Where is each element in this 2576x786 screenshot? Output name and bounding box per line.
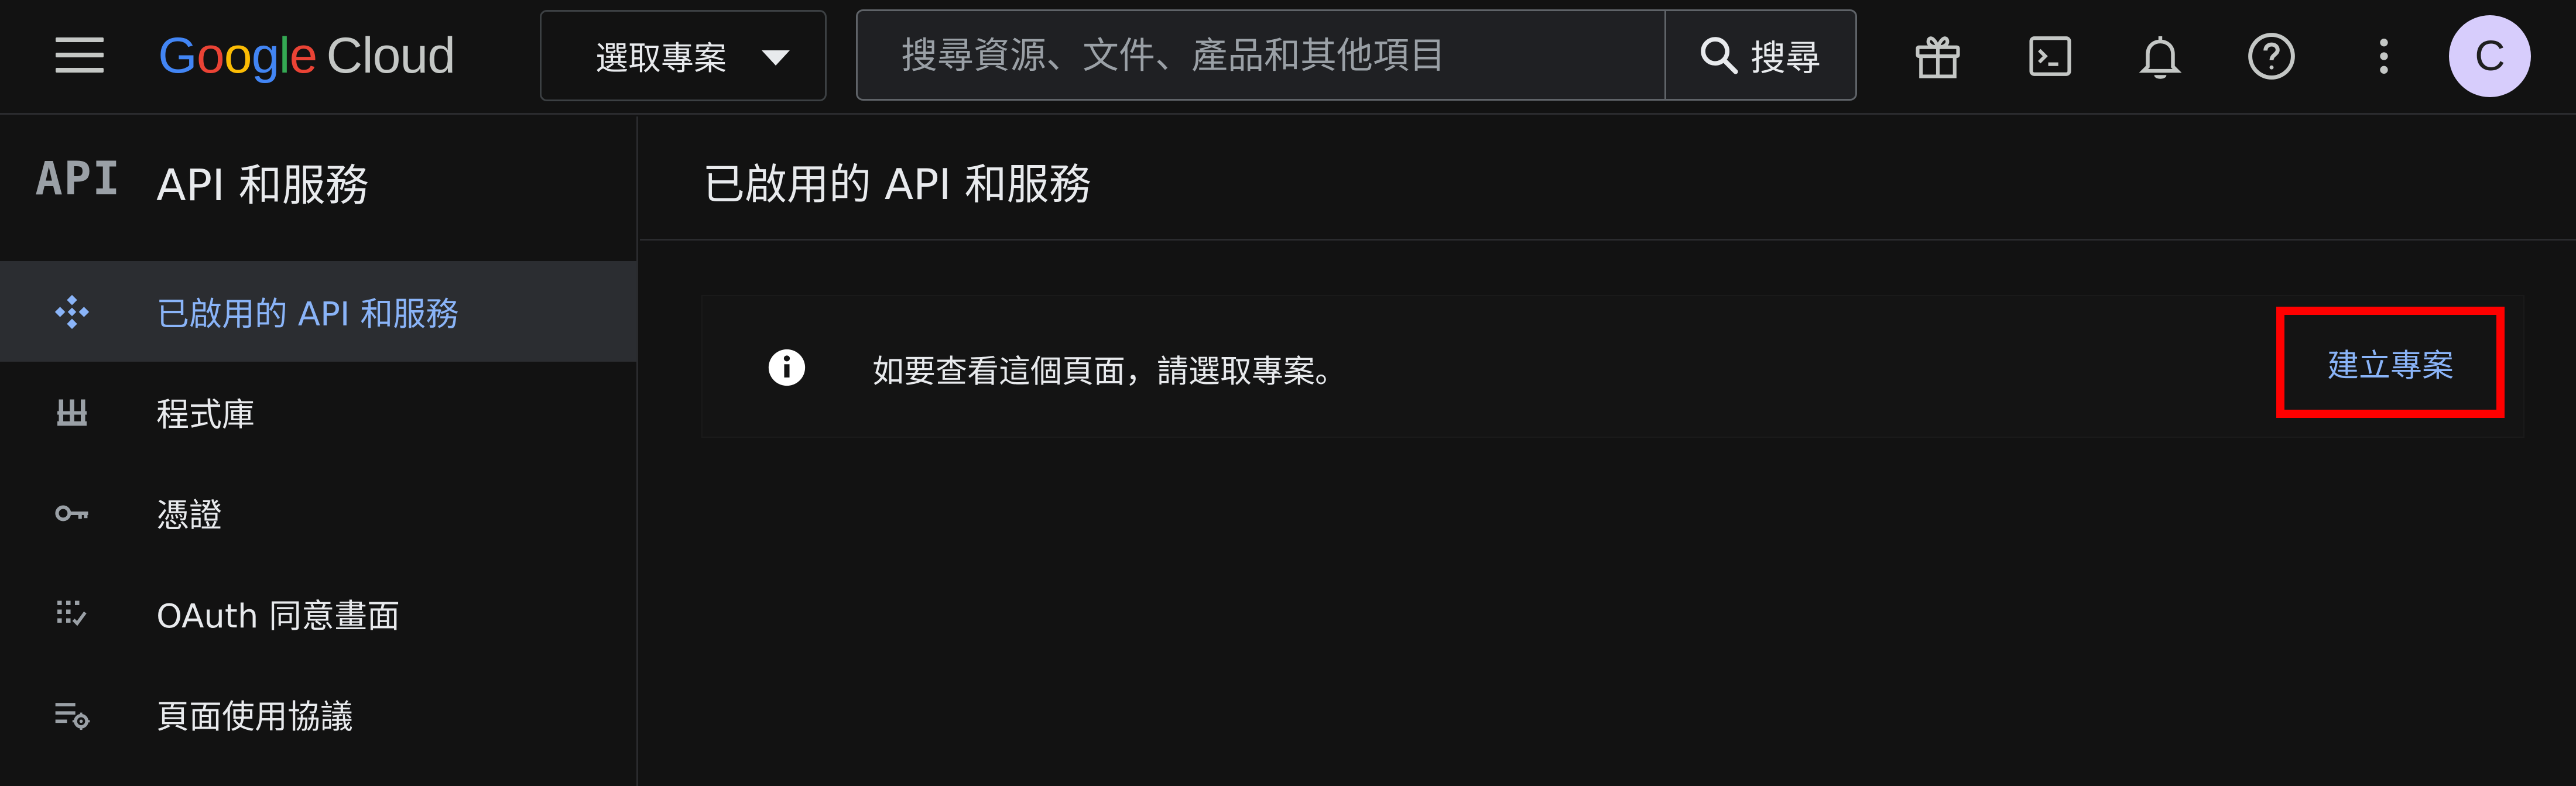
sidebar-item-label: 已啟用的 API 和服務: [156, 295, 459, 334]
sidebar-header: API API 和服務: [0, 116, 636, 239]
sidebar-item-enabled-apis[interactable]: 已啟用的 API 和服務: [0, 261, 636, 362]
search-input[interactable]: [858, 11, 1664, 99]
api-diamond-icon: [52, 291, 93, 332]
sidebar-item-page-usage[interactable]: 頁面使用協議: [0, 664, 636, 764]
sidebar-item-label: 頁面使用協議: [156, 698, 353, 736]
page-settings-icon: [52, 694, 93, 735]
logo-letter: o: [196, 27, 225, 84]
top-app-bar: Google Cloud 選取專案 搜尋資源、文件、產品和其他項目 搜尋 C: [0, 0, 2576, 115]
search-bar: 搜尋: [856, 9, 1857, 101]
notifications-icon[interactable]: [2132, 28, 2188, 84]
page-title: 已啟用的 API 和服務: [703, 160, 1091, 209]
google-wordmark: Google: [158, 27, 317, 85]
logo-letter: g: [251, 27, 280, 84]
key-icon: [52, 493, 93, 534]
sidebar-item-oauth-consent[interactable]: OAuth 同意畫面: [0, 563, 636, 664]
sidebar-item-label: 憑證: [156, 496, 222, 535]
main-menu-icon[interactable]: [56, 37, 104, 73]
create-project-label: 建立專案: [2327, 346, 2454, 384]
google-cloud-logo[interactable]: Google Cloud: [158, 23, 455, 88]
search-button-label: 搜尋: [1751, 37, 1821, 79]
select-project-banner: 如要查看這個頁面，請選取專案。 建立專案: [703, 296, 2523, 437]
gift-icon[interactable]: [1910, 28, 1966, 84]
logo-letter: e: [289, 27, 318, 84]
search-button[interactable]: 搜尋: [1664, 11, 1855, 99]
sidebar-item-label: OAuth 同意畫面: [156, 597, 400, 636]
create-project-button[interactable]: 建立專案: [2276, 307, 2505, 418]
dropdown-arrow-icon: [762, 50, 790, 66]
sidebar-item-library[interactable]: 程式庫: [0, 362, 636, 462]
search-icon: [1701, 37, 1738, 74]
sidebar-title: API 和服務: [156, 160, 369, 211]
avatar-initial: C: [2475, 33, 2505, 80]
header-divider: [640, 239, 2576, 241]
more-vert-icon[interactable]: [2356, 28, 2412, 84]
logo-letter: o: [224, 27, 252, 84]
banner-message: 如要查看這個頁面，請選取專案。: [872, 353, 1347, 390]
account-avatar[interactable]: C: [2449, 15, 2531, 97]
sidebar: API API 和服務 已啟用的 API 和服務 程式庫 憑證 OAuth 同意…: [0, 116, 638, 786]
sidebar-item-label: 程式庫: [156, 396, 255, 434]
project-picker-button[interactable]: 選取專案: [540, 10, 827, 101]
api-logo-icon: API: [35, 153, 121, 205]
cloud-shell-icon[interactable]: [2022, 28, 2078, 84]
info-icon: [767, 348, 807, 387]
logo-letter: G: [158, 27, 197, 84]
cloud-wordmark: Cloud: [326, 27, 455, 84]
library-icon: [52, 392, 93, 433]
oauth-consent-icon: [52, 593, 93, 634]
help-icon[interactable]: [2243, 28, 2300, 84]
sidebar-item-credentials[interactable]: 憑證: [0, 462, 636, 563]
logo-letter: l: [279, 27, 290, 84]
project-picker-label: 選取專案: [595, 39, 727, 78]
